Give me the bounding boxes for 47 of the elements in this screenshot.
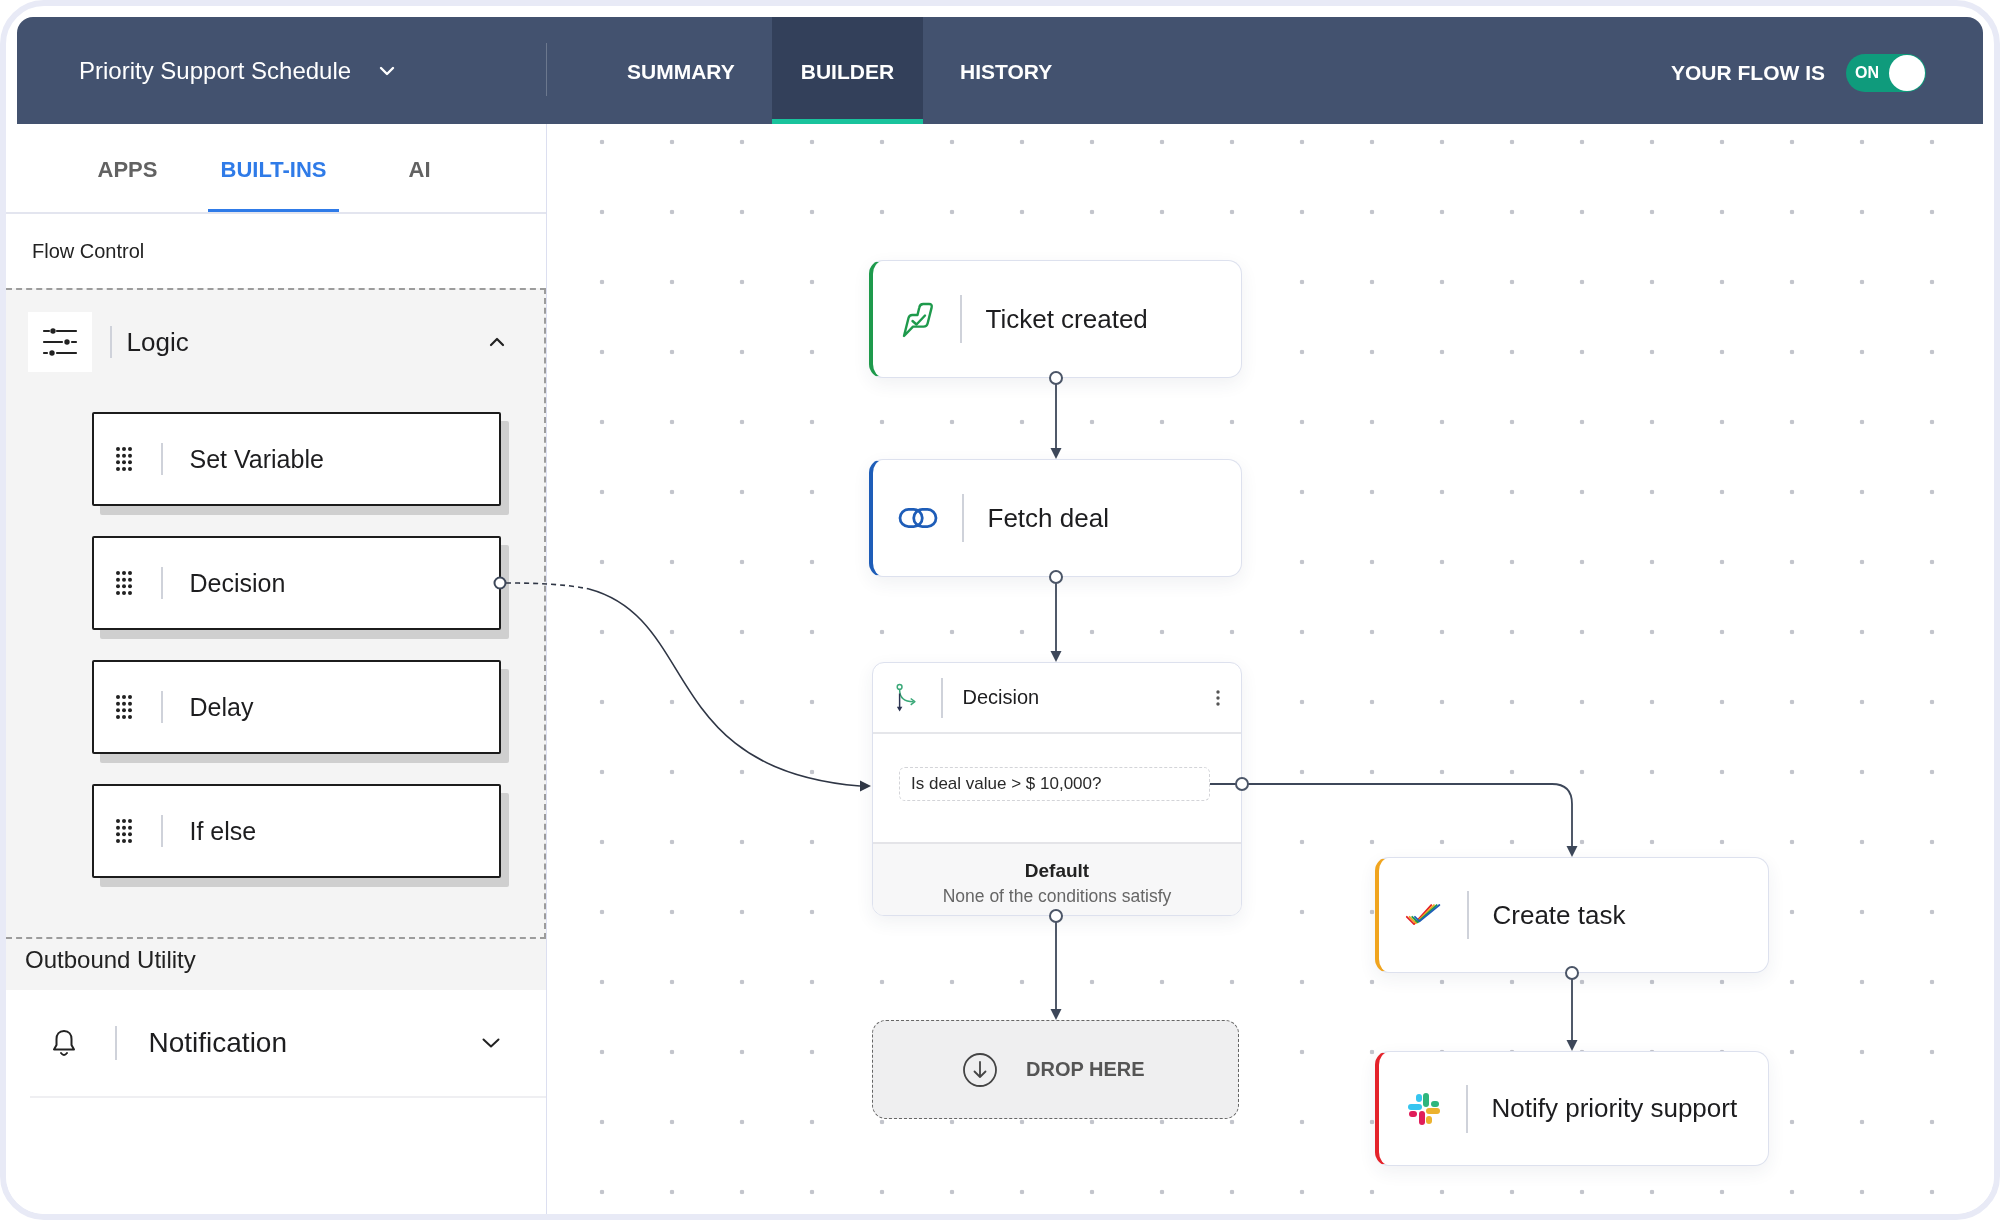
step-node[interactable]: Notify priority support	[1375, 1051, 1769, 1166]
drop-zone-label: DROP HERE	[1026, 1058, 1145, 1081]
sliders-icon	[28, 312, 92, 372]
flow-toggle[interactable]: ON	[1846, 53, 1926, 92]
section-title: Outbound Utility	[6, 939, 546, 990]
chevron-up-icon[interactable]	[489, 337, 505, 347]
drag-handle-icon[interactable]	[115, 694, 133, 720]
chain-link-icon	[898, 506, 938, 530]
sidebar-tab[interactable]: APPS	[62, 124, 193, 212]
drag-handle-icon[interactable]	[115, 446, 133, 472]
drop-zone[interactable]: DROP HERE	[872, 1020, 1239, 1119]
connection-port-icon[interactable]	[1049, 909, 1063, 923]
connection-port-icon[interactable]	[493, 576, 507, 590]
drag-handle-icon[interactable]	[115, 570, 133, 596]
top-tab[interactable]: BUILDER	[771, 17, 924, 124]
connection-port-icon[interactable]	[1565, 966, 1579, 980]
top-tab[interactable]: SUMMARY	[598, 17, 764, 124]
top-tab[interactable]: HISTORY	[931, 17, 1082, 124]
arrow-down-circle-icon	[962, 1051, 998, 1088]
bell-icon	[51, 1028, 77, 1058]
hash-pinwheel-icon	[1406, 1090, 1442, 1127]
toggle-knob	[1889, 54, 1925, 91]
group-title[interactable]: Notification	[148, 1027, 287, 1059]
flow-name: Priority Support Schedule	[79, 56, 352, 85]
connection-port-icon[interactable]	[1235, 777, 1249, 791]
group-title[interactable]: Logic	[126, 326, 189, 358]
sidebar-tab[interactable]: BUILT-INS	[208, 124, 339, 212]
node-title: Notify priority support	[1491, 1093, 1738, 1124]
branch-arrows-icon	[895, 682, 919, 713]
step-node[interactable]: Ticket created	[869, 260, 1242, 378]
connection-port-icon[interactable]	[1049, 570, 1063, 584]
default-branch-title: Default	[1024, 860, 1090, 882]
node-title: Ticket created	[985, 303, 1148, 335]
kebab-menu-icon[interactable]	[1216, 689, 1220, 706]
section-title: Flow Control	[31, 238, 146, 264]
decision-node[interactable]: Decision Is deal value > $ 10,000? Default None of the conditions satisfy	[872, 662, 1242, 916]
node-title: Create task	[1492, 899, 1626, 931]
drag-handle-icon[interactable]	[115, 818, 133, 844]
sidebar-tab[interactable]: AI	[354, 124, 485, 212]
chevron-down-icon[interactable]	[482, 1038, 500, 1048]
node-title: Fetch deal	[987, 502, 1109, 534]
flow-status-label: YOUR FLOW IS	[1671, 60, 1825, 85]
step-node[interactable]: Create task	[1375, 857, 1769, 973]
default-branch-note: None of the conditions satisfy	[942, 886, 1172, 907]
step-node[interactable]: Fetch deal	[869, 459, 1242, 577]
connection-port-icon[interactable]	[1049, 371, 1063, 385]
node-title: Decision	[962, 686, 1040, 709]
